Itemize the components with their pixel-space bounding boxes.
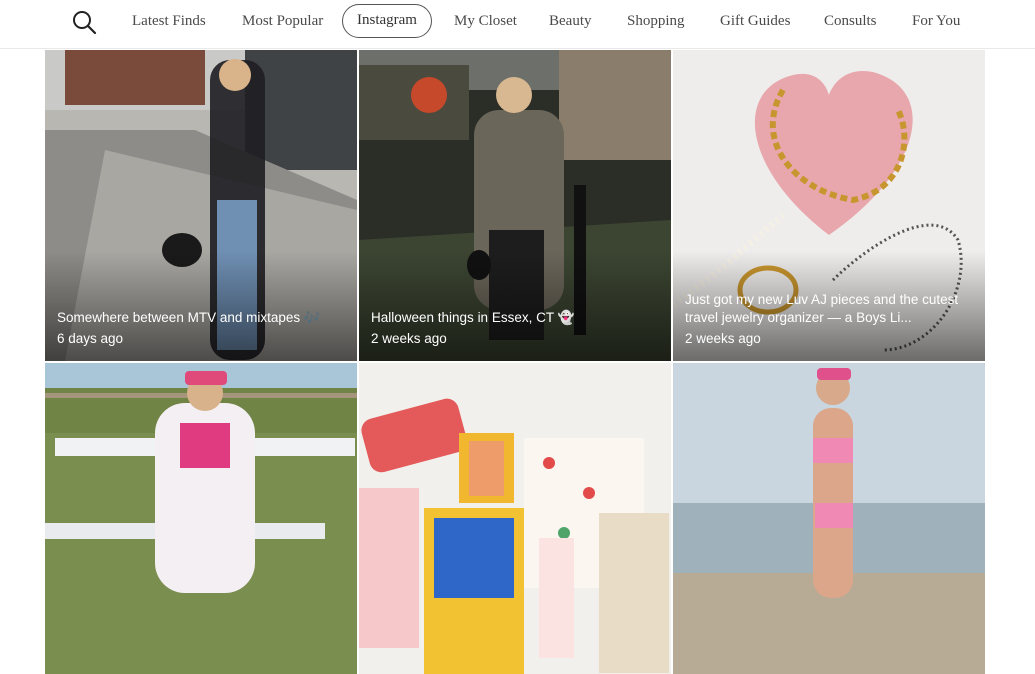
post-age: 2 weeks ago xyxy=(371,331,447,346)
search-icon[interactable] xyxy=(70,8,98,36)
nav-for-you[interactable]: For You xyxy=(912,4,960,38)
post-title: Just got my new Luv AJ pieces and the cu… xyxy=(685,292,959,325)
post-caption: Somewhere between MTV and mixtapes 🎶 6 d… xyxy=(57,309,339,348)
nav-most-popular[interactable]: Most Popular xyxy=(242,4,323,38)
top-navigation: Latest Finds Most Popular Instagram My C… xyxy=(0,0,1035,49)
post-tile[interactable] xyxy=(673,363,985,674)
post-photo xyxy=(359,363,671,674)
nav-shopping[interactable]: Shopping xyxy=(627,4,685,38)
nav-latest-finds[interactable]: Latest Finds xyxy=(132,4,206,38)
nav-gift-guides[interactable]: Gift Guides xyxy=(720,4,790,38)
post-age: 6 days ago xyxy=(57,331,124,346)
nav-beauty[interactable]: Beauty xyxy=(549,4,592,38)
post-tile[interactable] xyxy=(359,363,671,674)
instagram-post-grid: Somewhere between MTV and mixtapes 🎶 6 d… xyxy=(45,50,986,674)
post-tile[interactable]: Halloween things in Essex, CT 👻 2 weeks … xyxy=(359,50,671,361)
post-photo xyxy=(673,363,985,674)
nav-instagram[interactable]: Instagram xyxy=(342,4,432,38)
nav-my-closet[interactable]: My Closet xyxy=(454,4,517,38)
post-caption: Just got my new Luv AJ pieces and the cu… xyxy=(685,291,967,348)
post-title: Halloween things in Essex, CT 👻 xyxy=(371,310,575,325)
post-tile[interactable]: Somewhere between MTV and mixtapes 🎶 6 d… xyxy=(45,50,357,361)
post-photo xyxy=(45,363,357,674)
post-caption: Halloween things in Essex, CT 👻 2 weeks … xyxy=(371,309,653,348)
nav-consults[interactable]: Consults xyxy=(824,4,877,38)
post-title: Somewhere between MTV and mixtapes 🎶 xyxy=(57,310,321,325)
post-age: 2 weeks ago xyxy=(685,331,761,346)
post-tile[interactable] xyxy=(45,363,357,674)
post-tile[interactable]: Just got my new Luv AJ pieces and the cu… xyxy=(673,50,985,361)
